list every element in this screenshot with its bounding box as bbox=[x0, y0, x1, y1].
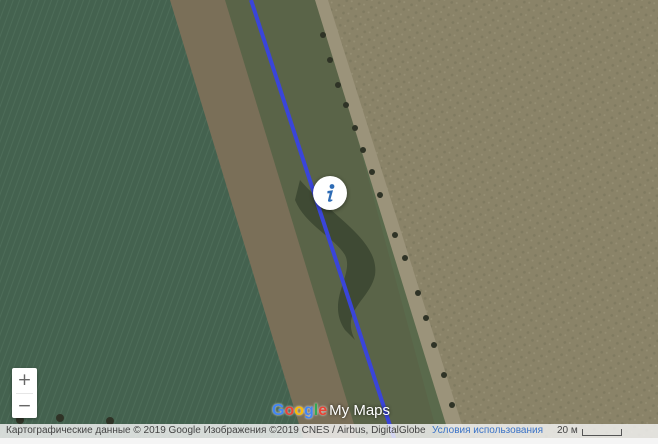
zoom-control: + − bbox=[12, 368, 37, 418]
terms-of-use-link[interactable]: Условия использования bbox=[432, 424, 543, 438]
zoom-in-button[interactable]: + bbox=[12, 368, 37, 393]
google-my-maps-logo: Google My Maps bbox=[272, 402, 390, 422]
scale-bar bbox=[581, 428, 622, 436]
info-icon bbox=[327, 184, 335, 202]
scale-label: 20 м bbox=[557, 425, 578, 436]
google-letter-2: o bbox=[294, 402, 305, 419]
zoom-out-button[interactable]: − bbox=[12, 394, 37, 419]
google-letter-1: o bbox=[284, 402, 295, 419]
info-marker[interactable] bbox=[313, 176, 347, 210]
bottom-strip bbox=[0, 438, 658, 444]
google-letter-5: e bbox=[318, 402, 328, 419]
google-letter-3: g bbox=[304, 402, 314, 419]
satellite-imagery bbox=[0, 0, 658, 444]
my-maps-wordmark: My Maps bbox=[329, 402, 390, 419]
google-letter-0: G bbox=[272, 402, 285, 419]
attribution-bar: Картографические данные © 2019 Google Из… bbox=[0, 424, 658, 438]
scale-control[interactable]: 20 м bbox=[557, 424, 622, 438]
map-canvas[interactable]: + − Google My Maps Картографические данн… bbox=[0, 0, 658, 444]
google-wordmark: Google bbox=[272, 402, 327, 420]
map-data-credit: Картографические данные © 2019 Google Из… bbox=[6, 425, 426, 436]
